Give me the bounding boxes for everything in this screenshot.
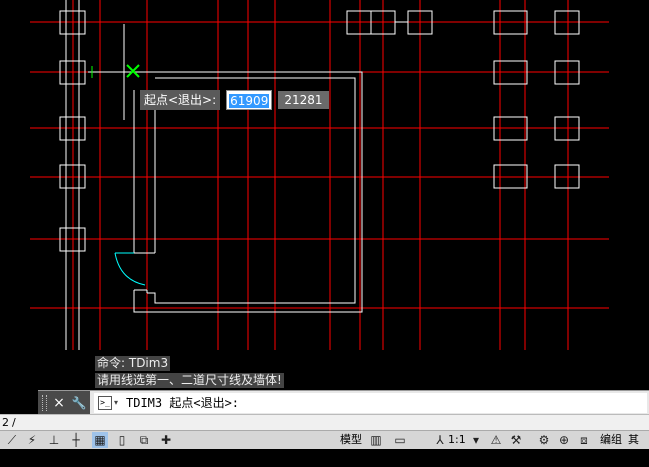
chevron-down-icon[interactable]: ▾: [114, 393, 118, 413]
command-history-line-1: 命令: TDim3: [95, 356, 171, 371]
prompt-icon[interactable]: >_: [98, 396, 112, 410]
grid-icon[interactable]: ▦: [92, 432, 108, 448]
x-coordinate-field[interactable]: 61909: [226, 90, 273, 110]
dynamic-ucs-icon[interactable]: ✚: [158, 432, 174, 448]
right-columns[interactable]: [493, 10, 580, 189]
chevron-down-icon[interactable]: ▾: [468, 432, 484, 448]
lineweight-icon[interactable]: ▯: [114, 432, 130, 448]
command-line-controls: × 🔧: [38, 391, 90, 415]
layout-tab[interactable]: 2: [0, 415, 11, 431]
wrench-icon[interactable]: 🔧: [70, 393, 88, 413]
command-prompt-text: TDIM3 起点<退出>:: [126, 396, 240, 410]
close-icon[interactable]: ×: [50, 393, 68, 413]
drawing-canvas[interactable]: [0, 0, 649, 390]
model-space-label[interactable]: 模型: [340, 431, 362, 449]
annotation-scale-value[interactable]: 1:1: [448, 431, 466, 449]
dynamic-input-tooltip: 起点<退出>: 61909 21281: [140, 90, 329, 110]
door-arc: [114, 252, 146, 286]
other-button[interactable]: 其他: [628, 431, 649, 467]
osnap-icon[interactable]: ⊥: [46, 432, 62, 448]
layout-tab-strip: 2 /: [0, 414, 649, 431]
viewport-icon[interactable]: ▭: [392, 432, 408, 448]
tab-separator: /: [12, 416, 16, 429]
isolate-icon[interactable]: ⧈: [576, 432, 592, 448]
polar-icon[interactable]: ⟋: [4, 432, 20, 448]
status-bar: ⟋ ⚡ ⊥ ┼ ▦ ▯ ⧉ ✚ 模型 ▥ ▭ ⅄ 1:1 ▾ ⚠ ⚒ ⚙ ⊕ ⧈…: [0, 430, 649, 464]
command-history-line-2: 请用线选第一、二道尺寸线及墙体!: [95, 373, 284, 388]
annotation-scale-icon[interactable]: ⅄: [432, 432, 448, 448]
grip-handle[interactable]: [42, 395, 47, 411]
x-coordinate-value: 61909: [229, 94, 270, 108]
snap-icon[interactable]: ⚡: [24, 432, 40, 448]
dynamic-input-prompt: 起点<退出>:: [140, 90, 221, 110]
annotation-visibility-icon[interactable]: ⚠: [488, 432, 504, 448]
command-line-bar: × 🔧 >_ ▾ TDIM3 起点<退出>:: [38, 390, 649, 415]
gear-icon[interactable]: ⚙: [536, 432, 552, 448]
auto-scale-icon[interactable]: ⚒: [508, 432, 524, 448]
lock-icon[interactable]: ⊕: [556, 432, 572, 448]
y-coordinate-field[interactable]: 21281: [278, 91, 329, 109]
command-input[interactable]: >_ ▾ TDIM3 起点<退出>:: [94, 393, 647, 413]
grid-display-icon[interactable]: ▥: [368, 432, 384, 448]
selection-cycle-icon[interactable]: ⧉: [136, 432, 152, 448]
ortho-icon[interactable]: ┼: [68, 432, 84, 448]
edit-group-button[interactable]: 编组: [600, 431, 622, 449]
